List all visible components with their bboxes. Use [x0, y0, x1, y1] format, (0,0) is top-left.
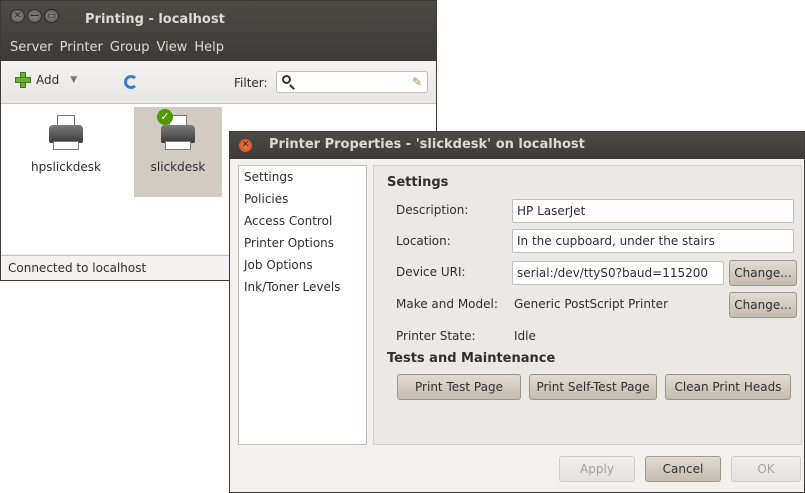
window-controls: ✕ — ▭ — [10, 9, 59, 23]
menu-group[interactable]: Group — [110, 37, 150, 59]
device-uri-field[interactable]: serial:/dev/ttyS0?baud=115200 — [512, 261, 724, 285]
settings-heading: Settings — [387, 175, 449, 190]
nav-item-settings[interactable]: Settings — [239, 166, 366, 188]
plus-icon — [15, 72, 31, 88]
printer-state-value: Idle — [514, 329, 536, 343]
add-dropdown-icon[interactable]: ▼ — [70, 75, 77, 85]
tests-maintenance-heading: Tests and Maintenance — [387, 351, 556, 366]
ok-button[interactable]: OK — [731, 456, 801, 482]
filter-input[interactable]: ✎ — [276, 71, 428, 93]
apply-button[interactable]: Apply — [559, 456, 635, 482]
nav-item-ink-toner-levels[interactable]: Ink/Toner Levels — [239, 276, 366, 298]
status-text: Connected to localhost — [8, 261, 147, 275]
add-button[interactable]: Add ▼ — [15, 72, 77, 88]
print-test-page-button[interactable]: Print Test Page — [397, 374, 521, 400]
cancel-button[interactable]: Cancel — [645, 456, 721, 482]
default-printer-check-icon: ✓ — [157, 109, 173, 125]
nav-item-access-control[interactable]: Access Control — [239, 210, 366, 232]
location-field[interactable]: In the cupboard, under the stairs — [512, 229, 794, 253]
menu-printer[interactable]: Printer — [60, 37, 103, 59]
settings-panel: Settings Description: HP LaserJet Locati… — [373, 165, 802, 445]
main-titlebar: ✕ — ▭ Printing - localhost Server Printe… — [1, 1, 436, 61]
dialog-titlebar: ✕ Printer Properties - 'slickdesk' on lo… — [230, 132, 804, 159]
menu-help[interactable]: Help — [194, 37, 224, 59]
printer-properties-dialog: ✕ Printer Properties - 'slickdesk' on lo… — [229, 131, 805, 493]
description-label: Description: — [396, 203, 469, 217]
close-icon[interactable]: ✕ — [239, 139, 252, 152]
change-make-model-button[interactable]: Change... — [729, 292, 797, 318]
printer-icon: ✓ — [157, 109, 195, 151]
search-icon — [282, 75, 291, 84]
nav-item-policies[interactable]: Policies — [239, 188, 366, 210]
clean-print-heads-button[interactable]: Clean Print Heads — [665, 374, 791, 400]
menu-server[interactable]: Server — [10, 37, 53, 59]
settings-nav: Settings Policies Access Control Printer… — [238, 165, 367, 445]
nav-item-job-options[interactable]: Job Options — [239, 254, 366, 276]
add-button-label: Add — [36, 73, 60, 87]
minimize-window-icon[interactable]: — — [27, 9, 42, 23]
printer-name: hpslickdesk — [31, 160, 101, 174]
printer-item-hpslickdesk[interactable]: hpslickdesk — [22, 107, 110, 197]
refresh-icon[interactable] — [124, 75, 138, 89]
close-window-icon[interactable]: ✕ — [10, 9, 25, 23]
toolbar: Add ▼ Filter: ✎ — [1, 61, 436, 104]
make-model-value: Generic PostScript Printer — [514, 297, 668, 311]
printer-item-slickdesk[interactable]: ✓ slickdesk — [134, 107, 222, 197]
printer-icon — [49, 115, 83, 151]
menubar: Server Printer Group View Help — [1, 37, 224, 59]
print-self-test-page-button[interactable]: Print Self-Test Page — [529, 374, 657, 400]
printer-name: slickdesk — [150, 160, 206, 174]
make-model-label: Make and Model: — [396, 297, 498, 311]
filter-label: Filter: — [234, 76, 268, 90]
location-label: Location: — [396, 234, 451, 248]
device-uri-label: Device URI: — [396, 265, 466, 279]
change-device-uri-button[interactable]: Change... — [729, 260, 797, 286]
window-title: Printing - localhost — [85, 12, 225, 27]
dialog-title: Printer Properties - 'slickdesk' on loca… — [269, 137, 585, 152]
nav-item-printer-options[interactable]: Printer Options — [239, 232, 366, 254]
menu-view[interactable]: View — [156, 37, 187, 59]
printer-state-label: Printer State: — [396, 329, 476, 343]
maximize-window-icon[interactable]: ▭ — [44, 9, 59, 23]
clear-broom-icon[interactable]: ✎ — [412, 75, 422, 89]
description-field[interactable]: HP LaserJet — [512, 199, 794, 223]
